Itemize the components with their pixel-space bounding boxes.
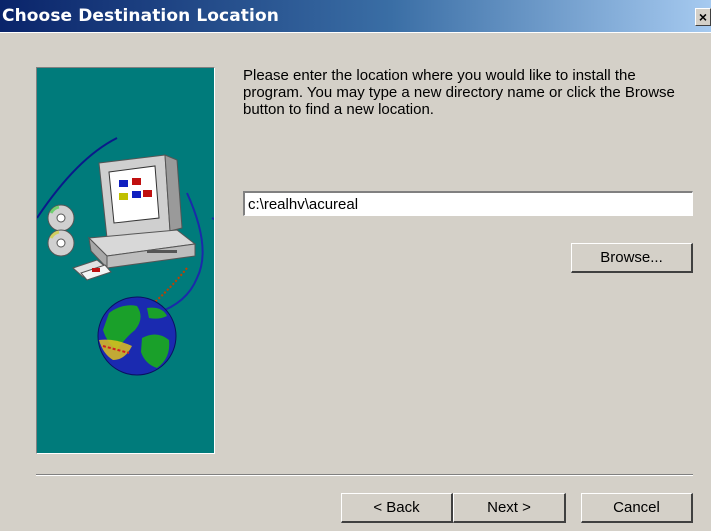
back-button[interactable]: < Back bbox=[341, 493, 453, 523]
instructions-text: Please enter the location where you woul… bbox=[243, 67, 675, 118]
computer-icon bbox=[87, 154, 197, 270]
globe-icon bbox=[97, 296, 177, 376]
illustration bbox=[37, 137, 214, 376]
cancel-button[interactable]: Cancel bbox=[581, 493, 693, 523]
setup-dialog: Choose Destination Location × Please ent… bbox=[0, 0, 711, 531]
window-title: Choose Destination Location bbox=[2, 6, 279, 26]
close-icon: × bbox=[698, 9, 708, 25]
divider bbox=[36, 474, 693, 476]
destination-path-input[interactable] bbox=[243, 191, 693, 216]
title-bar: Choose Destination Location × bbox=[0, 0, 711, 33]
close-button[interactable]: × bbox=[695, 8, 711, 26]
next-button[interactable]: Next > bbox=[453, 493, 566, 523]
browse-button[interactable]: Browse... bbox=[571, 243, 693, 273]
cd-icon bbox=[47, 204, 75, 257]
side-illustration-panel bbox=[36, 67, 215, 454]
